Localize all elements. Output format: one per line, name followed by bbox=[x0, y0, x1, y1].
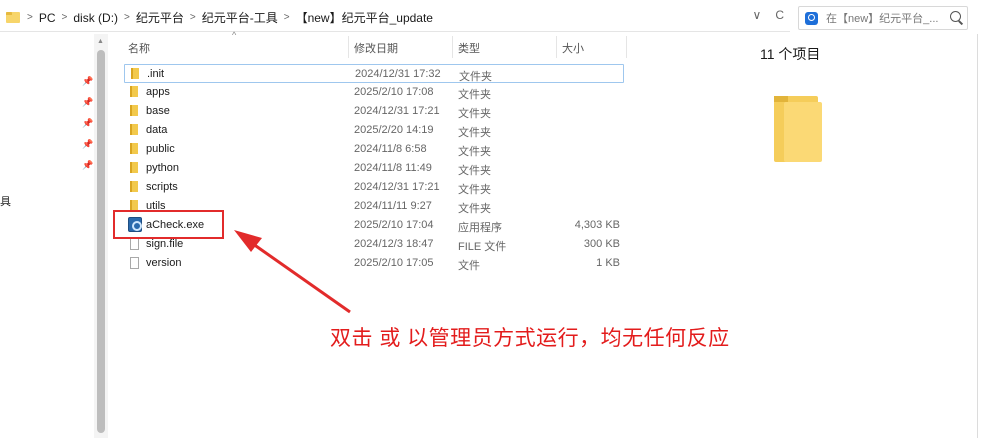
folder-preview-icon bbox=[774, 96, 822, 162]
file-type: FILE 文件 bbox=[458, 241, 507, 253]
search-scope-icon bbox=[805, 11, 818, 25]
file-type: 文件 bbox=[458, 260, 480, 272]
breadcrumb-item-pc[interactable]: PC bbox=[36, 11, 59, 25]
file-row[interactable]: apps 2025/2/10 17:08 文件夹 bbox=[124, 83, 624, 102]
file-size: 300 KB bbox=[583, 238, 620, 250]
pin-icon[interactable]: 📌 bbox=[82, 118, 93, 128]
pin-icon[interactable]: 📌 bbox=[82, 76, 93, 86]
file-row[interactable]: python 2024/11/8 11:49 文件夹 bbox=[124, 159, 624, 178]
file-size: 4,303 KB bbox=[574, 219, 620, 231]
search-box[interactable]: 在【new】纪元平台_... bbox=[798, 6, 968, 30]
scrollbar-thumb[interactable] bbox=[97, 50, 105, 433]
search-icon[interactable] bbox=[950, 11, 961, 22]
file-type: 文件夹 bbox=[458, 89, 491, 101]
file-type: 文件夹 bbox=[458, 203, 491, 215]
file-date: 2024/12/31 17:21 bbox=[354, 181, 440, 193]
file-name: base bbox=[146, 105, 170, 117]
folder-icon bbox=[130, 143, 138, 154]
file-icon bbox=[130, 238, 139, 250]
folder-icon bbox=[130, 162, 138, 173]
folder-icon bbox=[6, 12, 20, 23]
file-row[interactable]: public 2024/11/8 6:58 文件夹 bbox=[124, 140, 624, 159]
file-date: 2024/11/11 9:27 bbox=[354, 200, 432, 212]
file-name: apps bbox=[146, 86, 170, 98]
column-header-row: ^ 名称 修改日期 类型 大小 bbox=[118, 30, 628, 58]
breadcrumb: > PC > disk (D:) > 纪元平台 > 纪元平台-工具 > 【new… bbox=[24, 9, 436, 26]
file-type: 文件夹 bbox=[458, 108, 491, 120]
file-row[interactable]: data 2025/2/20 14:19 文件夹 bbox=[124, 121, 624, 140]
file-icon bbox=[130, 257, 139, 269]
column-divider[interactable] bbox=[556, 36, 557, 58]
file-name: data bbox=[146, 124, 168, 136]
folder-icon bbox=[130, 181, 138, 192]
folder-icon bbox=[130, 105, 138, 116]
folder-icon bbox=[131, 68, 139, 79]
breadcrumb-item-tools[interactable]: 纪元平台-工具 bbox=[199, 9, 281, 26]
pin-icon[interactable]: 📌 bbox=[82, 139, 93, 149]
breadcrumb-item-update[interactable]: 【new】纪元平台_update bbox=[293, 9, 436, 26]
sort-ascending-icon: ^ bbox=[232, 30, 237, 40]
pane-divider bbox=[977, 34, 978, 438]
column-divider[interactable] bbox=[348, 36, 349, 58]
file-size: 1 KB bbox=[596, 257, 620, 269]
file-row[interactable]: base 2024/12/31 17:21 文件夹 bbox=[124, 102, 624, 121]
file-name: public bbox=[146, 143, 175, 155]
annotation-note: 双击 或 以管理员方式运行，均无任何反应 bbox=[330, 327, 730, 350]
chevron-right-icon[interactable]: > bbox=[121, 12, 133, 23]
file-row[interactable]: .init 2024/12/31 17:32 文件夹 bbox=[124, 64, 624, 83]
annotation-highlight-box bbox=[113, 210, 224, 239]
breadcrumb-item-platform[interactable]: 纪元平台 bbox=[133, 9, 187, 26]
file-name: .init bbox=[147, 68, 165, 80]
refresh-icon[interactable]: C bbox=[775, 8, 784, 22]
column-header-date[interactable]: 修改日期 bbox=[354, 40, 398, 56]
file-date: 2024/11/8 6:58 bbox=[354, 143, 427, 155]
file-date: 2025/2/10 17:04 bbox=[354, 219, 434, 231]
navigation-scrollbar[interactable]: ▲ bbox=[94, 34, 108, 438]
file-name: version bbox=[146, 257, 182, 269]
column-header-name[interactable]: 名称 bbox=[128, 40, 150, 56]
file-date: 2025/2/10 17:08 bbox=[354, 86, 434, 98]
file-type: 文件夹 bbox=[459, 71, 492, 83]
file-date: 2024/12/31 17:21 bbox=[354, 105, 440, 117]
file-date: 2024/12/3 18:47 bbox=[354, 238, 434, 250]
file-row[interactable]: scripts 2024/12/31 17:21 文件夹 bbox=[124, 178, 624, 197]
file-name: sign.file bbox=[146, 238, 184, 250]
column-header-type[interactable]: 类型 bbox=[458, 40, 480, 56]
file-date: 2025/2/20 14:19 bbox=[354, 124, 434, 136]
file-type: 文件夹 bbox=[458, 165, 491, 177]
chevron-down-icon[interactable]: ∨ bbox=[753, 8, 762, 22]
column-divider[interactable] bbox=[626, 36, 627, 58]
pin-icon[interactable]: 📌 bbox=[82, 160, 93, 170]
item-count: 11 个项目 bbox=[760, 46, 821, 62]
address-bar[interactable]: > PC > disk (D:) > 纪元平台 > 纪元平台-工具 > 【new… bbox=[0, 4, 790, 32]
nav-item-label[interactable]: 具 bbox=[0, 193, 11, 209]
file-type: 文件夹 bbox=[458, 184, 491, 196]
chevron-right-icon[interactable]: > bbox=[187, 12, 199, 23]
file-type: 文件夹 bbox=[458, 146, 491, 158]
file-date: 2024/11/8 11:49 bbox=[354, 162, 432, 174]
file-type: 应用程序 bbox=[458, 222, 502, 234]
file-date: 2024/12/31 17:32 bbox=[355, 68, 441, 80]
chevron-right-icon[interactable]: > bbox=[59, 12, 71, 23]
column-header-size[interactable]: 大小 bbox=[562, 40, 584, 56]
file-row[interactable]: version 2025/2/10 17:05 文件 1 KB bbox=[124, 254, 624, 273]
folder-icon bbox=[130, 86, 138, 97]
file-name: python bbox=[146, 162, 180, 174]
chevron-right-icon[interactable]: > bbox=[24, 12, 36, 23]
search-input[interactable]: 在【new】纪元平台_... bbox=[826, 10, 951, 26]
pin-icon[interactable]: 📌 bbox=[82, 97, 93, 107]
file-name: scripts bbox=[146, 181, 178, 193]
chevron-right-icon[interactable]: > bbox=[281, 12, 293, 23]
breadcrumb-item-disk[interactable]: disk (D:) bbox=[70, 11, 121, 25]
file-date: 2025/2/10 17:05 bbox=[354, 257, 434, 269]
folder-icon bbox=[130, 124, 138, 135]
file-type: 文件夹 bbox=[458, 127, 491, 139]
column-divider[interactable] bbox=[452, 36, 453, 58]
scroll-up-icon[interactable]: ▲ bbox=[97, 38, 104, 45]
